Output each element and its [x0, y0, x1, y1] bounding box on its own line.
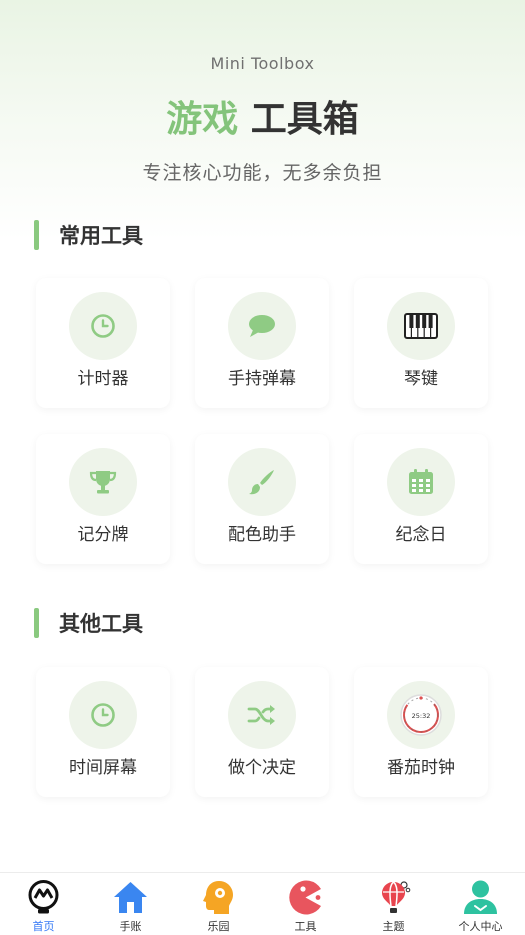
section-bar	[34, 608, 39, 638]
tool-card-piano[interactable]: 琴键	[354, 278, 488, 408]
tool-icon-bg	[387, 292, 455, 360]
chat-bubble-icon	[249, 315, 275, 337]
tool-card-decision[interactable]: 做个决定	[195, 667, 329, 797]
subtitle-en: Mini Toolbox	[210, 54, 315, 73]
tagline: 专注核心功能，无多余负担	[142, 162, 383, 184]
tab-label: 手账	[119, 920, 142, 933]
tab-profile[interactable]: 个人中心	[437, 873, 524, 935]
section-title-common: 常用工具	[34, 220, 143, 250]
tab-theme[interactable]: 主题	[350, 873, 437, 935]
calendar-icon	[409, 469, 433, 494]
bottom-tab-bar: 首页 手账 乐园 工具 主题 个人中心	[0, 872, 525, 935]
tool-card-danmaku[interactable]: 手持弹幕	[195, 278, 329, 408]
home-lightbulb-icon	[28, 880, 59, 914]
tool-label: 计时器	[77, 369, 129, 389]
tool-label: 时间屏幕	[69, 758, 137, 778]
shuffle-icon	[247, 705, 275, 725]
piano-icon	[404, 313, 438, 339]
user-icon	[464, 880, 497, 914]
tab-label: 个人中心	[458, 920, 503, 933]
tab-paradise[interactable]: 乐园	[175, 873, 262, 935]
page-title: 游戏 工具箱	[0, 90, 525, 142]
tool-label: 配色助手	[228, 525, 296, 545]
section-bar	[34, 220, 39, 250]
tool-label: 纪念日	[395, 525, 447, 545]
tab-label: 首页	[32, 920, 55, 933]
tab-label: 工具	[294, 920, 317, 933]
tool-card-color-helper[interactable]: 配色助手	[195, 434, 329, 564]
pomodoro-timer-icon: 25:32	[400, 694, 442, 736]
section-title-text: 常用工具	[59, 224, 143, 248]
tool-card-anniversary[interactable]: 纪念日	[354, 434, 488, 564]
paintbrush-icon	[249, 470, 274, 495]
clock-icon	[91, 703, 115, 727]
pacman-icon	[289, 880, 321, 915]
tool-card-scoreboard[interactable]: 记分牌	[36, 434, 170, 564]
tool-label: 做个决定	[228, 758, 296, 778]
title-main: 工具箱	[250, 99, 359, 140]
tab-journal[interactable]: 手账	[87, 873, 174, 935]
header: Mini Toolbox 游戏 工具箱 专注核心功能，无多余负担	[0, 0, 525, 200]
section-title-text: 其他工具	[59, 612, 143, 636]
tool-icon-bg	[228, 448, 296, 516]
tool-label: 记分牌	[77, 525, 129, 545]
tool-icon-bg: 25:32	[387, 681, 455, 749]
title-accent: 游戏	[166, 99, 239, 140]
hot-air-balloon-icon	[382, 881, 411, 913]
tool-icon-bg	[69, 292, 137, 360]
tool-card-time-screen[interactable]: 时间屏幕	[36, 667, 170, 797]
house-icon	[114, 882, 147, 913]
tab-label: 主题	[382, 920, 405, 933]
tool-card-pomodoro[interactable]: 25:32 番茄时钟	[354, 667, 488, 797]
tool-label: 手持弹幕	[228, 369, 296, 389]
head-profile-icon	[203, 881, 233, 914]
tool-icon-bg	[69, 681, 137, 749]
tool-label: 琴键	[404, 369, 438, 389]
tab-tools[interactable]: 工具	[262, 873, 349, 935]
tab-label: 乐园	[207, 920, 230, 933]
tool-icon-bg	[69, 448, 137, 516]
tool-icon-bg	[228, 681, 296, 749]
trophy-icon	[89, 471, 117, 494]
clock-icon	[91, 314, 115, 338]
tool-icon-bg	[228, 292, 296, 360]
tab-home[interactable]: 首页	[0, 873, 87, 935]
tool-label: 番茄时钟	[387, 758, 455, 778]
tool-card-timer[interactable]: 计时器	[36, 278, 170, 408]
pomodoro-readout: 25:32	[412, 712, 431, 720]
tool-icon-bg	[387, 448, 455, 516]
section-title-other: 其他工具	[34, 608, 143, 638]
